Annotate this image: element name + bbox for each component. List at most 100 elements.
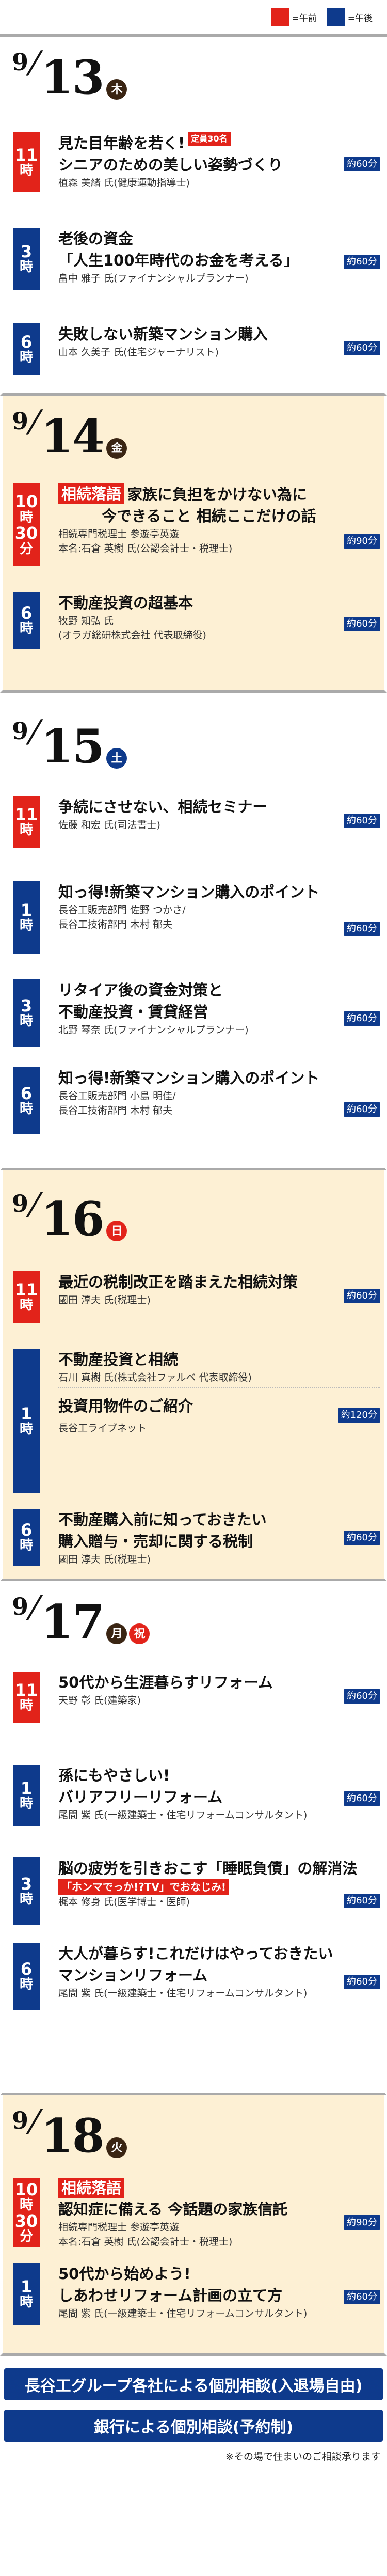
session-body: 約60分 50代から生涯暮らすリフォーム天野 彰 氏(建築家): [58, 1672, 380, 1723]
seminar-session[interactable]: 11 時 約60分 最近の税制改正を踏まえた相続対策 國田 淳夫 氏(税理士): [13, 1271, 380, 1323]
time-badge: 6時: [13, 1067, 40, 1134]
time-badge: 6時: [13, 592, 40, 649]
speaker: 國田 淳夫 氏(税理士): [58, 1293, 380, 1307]
session-title: 50代から生涯暮らすリフォーム: [58, 1672, 380, 1693]
title-line: 不動産購入前に知っておきたい: [58, 1509, 380, 1531]
time-badge: 11 時: [13, 796, 40, 848]
time-badge: 6時: [13, 323, 40, 375]
speaker-line: 牧野 知弘 氏: [58, 615, 114, 627]
speaker: 天野 彰 氏(建築家): [58, 1693, 380, 1708]
session-title: 孫にもやさしい! バリアフリーリフォーム: [58, 1765, 380, 1808]
title-text: 50代から生涯暮らすリフォーム: [58, 1674, 273, 1691]
time-part: 時: [19, 1013, 33, 1029]
seminar-session[interactable]: 10 時 30 分約90分 相続落語 家族に負担をかけない為に 今できること 相続ここだけの…: [13, 483, 380, 566]
time-part: 時: [19, 1796, 33, 1812]
duration-badge: 約60分: [344, 814, 380, 828]
time-badge: 1時: [13, 881, 40, 954]
speaker-line: 國田 淳夫 氏(税理士): [58, 1294, 151, 1306]
seminar-session[interactable]: 3 時約60分 リタイア後の資金対策と 不動産投資・賃貸経営 北野 琴奈 氏(ファイナン…: [13, 979, 380, 1047]
title-text: 老後の資金: [58, 230, 134, 247]
seminar-session[interactable]: 11 時約60分 見た目年齢を若く! 定員30名 シニアのための美しい姿勢づくり 植森 美…: [13, 132, 380, 192]
speaker-line: 石川 真樹 氏(株式会社ファルベ 代表取締役): [58, 1372, 252, 1383]
footnote: ※その場で住まいのご相談承ります: [225, 2451, 381, 2462]
seminar-session[interactable]: 6 時 約60分 不動産投資の超基本 牧野 知弘 氏 (オラガ総研株式会社 代表取締役): [13, 592, 380, 649]
duration-badge: 約60分: [344, 2290, 380, 2304]
session-body: 約60分 争続にさせない、相続セミナー 佐藤 和宏 氏(司法書士): [58, 796, 380, 848]
session-title: リタイア後の資金対策と 不動産投資・賃貸経営: [58, 979, 380, 1023]
seminar-session[interactable]: 1 時 約60分 孫にもやさしい! バリアフリーリフォーム 尾間 紫 氏(一級建築士・住宅…: [13, 1765, 380, 1826]
holiday-badge: 祝: [129, 1623, 150, 1644]
seminar-session[interactable]: 6 時約60分 不動産購入前に知っておきたい 購入贈与・売却に関する税制 國田 淳夫 氏…: [13, 1509, 380, 1566]
title-line: マンションリフォーム: [58, 1964, 380, 1986]
day-heading: 9/15 土: [12, 713, 127, 770]
seminar-session[interactable]: 11 時 約60分 50代から生涯暮らすリフォーム 天野 彰 氏(建築家): [13, 1672, 380, 1723]
title-line: 知っ得!新築マンション購入のポイント: [58, 1067, 380, 1089]
day-section: 9/18 火 10 時 30 分約90分 相続落語 認知症に備える 今話題の家族信託 相続専門税…: [0, 2095, 387, 2356]
title-text: 知っ得!新築マンション購入のポイント: [58, 883, 320, 901]
speaker-2: 長谷工ライブネット: [58, 1423, 147, 1434]
title-line: 不動産投資の超基本: [58, 592, 380, 614]
title-line: 老後の資金: [58, 228, 380, 249]
session-title: 失敗しない新築マンション購入: [58, 323, 380, 345]
session-title: 不動産購入前に知っておきたい購入贈与・売却に関する税制: [58, 1509, 380, 1552]
title-text: 家族に負担をかけない為に: [127, 486, 308, 503]
session-title: 最近の税制改正を踏まえた相続対策: [58, 1271, 380, 1293]
time-part: 1: [20, 1778, 33, 1798]
seminar-session[interactable]: 1 時約60分 知っ得!新築マンション購入のポイント 長谷工販売部門 佐野 つかさ/長…: [13, 881, 380, 954]
time-part: 6: [20, 603, 33, 623]
title-text: バリアフリーリフォーム: [58, 1788, 223, 1806]
speaker: 山本 久美子 氏(住宅ジャーナリスト): [58, 345, 380, 360]
session-body: 約60分 最近の税制改正を踏まえた相続対策 國田 淳夫 氏(税理士): [58, 1271, 380, 1323]
session-body: 約60分 脳の疲労を引きおこす「睡眠負債」の解消法 「ホンマでっか!?TV」でおなじ…: [58, 1857, 380, 1925]
title-text: 知っ得!新築マンション購入のポイント: [58, 1069, 320, 1087]
seminar-session[interactable]: 11 時 約60分 争続にさせない、相続セミナー 佐藤 和宏 氏(司法書士): [13, 796, 380, 848]
seminar-session[interactable]: 3 時約60分 脳の疲労を引きおこす「睡眠負債」の解消法 「ホンマでっか!?TV」でお…: [13, 1857, 380, 1925]
day-heading: 9/14 金: [12, 403, 127, 464]
title-text: 孫にもやさしい!: [58, 1767, 170, 1784]
weekday-badge: 日: [106, 1221, 127, 1241]
session-title: 老後の資金 「人生100年時代のお金を考える」: [58, 228, 380, 271]
day-heading: 9/18 火: [12, 2103, 127, 2159]
day-heading: 9/17 月祝: [12, 1589, 150, 1645]
bank-consultation-banner[interactable]: 銀行による個別相談(予約制): [4, 2410, 383, 2442]
speaker: 石川 真樹 氏(株式会社ファルベ 代表取締役): [58, 1370, 380, 1385]
title-line: 相続落語 家族に負担をかけない為に: [58, 483, 380, 505]
speaker: 尾間 紫 氏(一級建築士・住宅リフォームコンサルタント): [58, 2306, 380, 2321]
speaker-line: 尾間 紫 氏(一級建築士・住宅リフォームコンサルタント): [58, 1809, 308, 1821]
speaker-line: 長谷工技術部門 木村 郁夫: [58, 919, 173, 930]
time-part: 分: [19, 541, 33, 557]
title-text: 購入贈与・売却に関する税制: [58, 1533, 253, 1550]
seminar-session[interactable]: 6 時 約60分 失敗しない新築マンション購入 山本 久美子 氏(住宅ジャーナリスト): [13, 323, 380, 375]
session-body: 約60分 不動産投資の超基本 牧野 知弘 氏 (オラガ総研株式会社 代表取締役): [58, 592, 380, 649]
speaker-line: 尾間 紫 氏(一級建築士・住宅リフォームコンサルタント): [58, 1988, 308, 1999]
title-line: 50代から生涯暮らすリフォーム: [58, 1672, 380, 1693]
title-line: 脳の疲労を引きおこす「睡眠負債」の解消法: [58, 1857, 380, 1879]
time-part: 6: [20, 1959, 33, 1979]
seminar-session[interactable]: 10 時 30 分約90分 相続落語 認知症に備える 今話題の家族信託 相続専門税理士 参遊…: [13, 2178, 380, 2247]
duration-badge: 約60分: [344, 1531, 380, 1545]
time-part: 時: [19, 509, 33, 525]
seminar-session[interactable]: 6 時約60分 知っ得!新築マンション購入のポイント 長谷工販売部門 小島 明佳/長谷…: [13, 1067, 380, 1134]
speaker: 畠中 雅子 氏(ファイナンシャルプランナー): [58, 271, 380, 286]
seminar-session[interactable]: 1 時 約120分 不動産投資と相続 石川 真樹 氏(株式会社ファルベ 代表取締役) 投資…: [13, 1349, 380, 1493]
session-body: 約60分 不動産購入前に知っておきたい 購入贈与・売却に関する税制 國田 淳夫 氏(税…: [58, 1509, 380, 1566]
speaker: 相続専門税理士 参遊亭英遊 本名:石倉 英樹 氏(公認会計士・税理士): [58, 2220, 380, 2249]
consultation-banner[interactable]: 長谷工グループ各社による個別相談(入退場自由): [4, 2368, 383, 2400]
seminar-session[interactable]: 3 時約60分 老後の資金 「人生100年時代のお金を考える」 畠中 雅子 氏(ファイナ…: [13, 228, 380, 290]
duration-badge: 約60分: [344, 1289, 380, 1303]
seminar-session[interactable]: 1 時 約60分 50代から始めよう! しあわせリフォーム計画の立て方 尾間 紫 氏(一級…: [13, 2263, 380, 2325]
duration-badge: 約60分: [344, 1689, 380, 1704]
duration-badge: 約60分: [344, 1975, 380, 1989]
time-part: 1: [20, 2276, 33, 2297]
time-part: 10: [14, 2179, 38, 2199]
rakugo-tag: 相続落語: [58, 2178, 125, 2198]
time-part: 6: [20, 1083, 33, 1103]
time-part: 11: [14, 1680, 38, 1700]
session-body: 約120分 不動産投資と相続 石川 真樹 氏(株式会社ファルベ 代表取締役) 投資用物…: [58, 1349, 380, 1493]
session-title: 不動産投資の超基本: [58, 592, 380, 614]
duration-badge: 約60分: [344, 1894, 380, 1908]
day-number: 14: [41, 409, 104, 464]
am-swatch: [271, 8, 289, 26]
seminar-session[interactable]: 6 時約60分 大人が暮らす!これだけはやっておきたい マンションリフォーム 尾間 紫 …: [13, 1943, 380, 2010]
rakugo-tag: 相続落語: [58, 483, 125, 504]
